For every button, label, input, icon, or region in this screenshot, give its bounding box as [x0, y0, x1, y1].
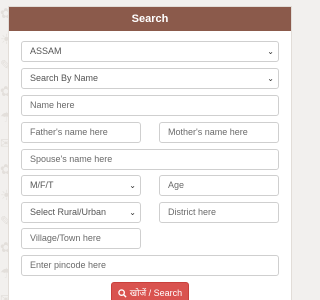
- village-input-placeholder: Village/Town here: [30, 233, 101, 243]
- age-input-placeholder: Age: [168, 180, 185, 190]
- mother-name-input[interactable]: Mother's name here: [159, 122, 279, 143]
- father-name-placeholder: Father's name here: [30, 127, 108, 137]
- rural-urban-select[interactable]: Select Rural/Urban ⌄: [21, 202, 141, 223]
- search-panel: Search ASSAM ⌄ Search By Name ⌄ Name her…: [8, 6, 292, 300]
- age-input[interactable]: Age: [159, 175, 279, 196]
- chevron-down-icon: ⌄: [129, 181, 136, 190]
- gender-select-value: M/F/T: [30, 180, 54, 190]
- search-icon: [118, 289, 127, 298]
- search-button[interactable]: खोजें / Search: [111, 282, 189, 300]
- state-select-value: ASSAM: [30, 46, 62, 56]
- state-select[interactable]: ASSAM ⌄: [21, 41, 279, 62]
- district-input-placeholder: District here: [168, 207, 217, 217]
- search-by-select[interactable]: Search By Name ⌄: [21, 68, 279, 89]
- gender-select[interactable]: M/F/T ⌄: [21, 175, 141, 196]
- father-name-input[interactable]: Father's name here: [21, 122, 141, 143]
- chevron-down-icon: ⌄: [267, 47, 274, 56]
- search-by-select-value: Search By Name: [30, 73, 99, 83]
- pincode-input-placeholder: Enter pincode here: [30, 260, 107, 270]
- chevron-down-icon: ⌄: [129, 208, 136, 217]
- name-input-placeholder: Name here: [30, 100, 75, 110]
- spouse-name-input[interactable]: Spouse's name here: [21, 149, 279, 170]
- rural-urban-select-value: Select Rural/Urban: [30, 207, 107, 217]
- panel-title: Search: [9, 7, 291, 31]
- name-input[interactable]: Name here: [21, 95, 279, 116]
- spouse-name-placeholder: Spouse's name here: [30, 154, 113, 164]
- village-input[interactable]: Village/Town here: [21, 228, 141, 249]
- chevron-down-icon: ⌄: [267, 74, 274, 83]
- mother-name-placeholder: Mother's name here: [168, 127, 248, 137]
- district-input[interactable]: District here: [159, 202, 279, 223]
- pincode-input[interactable]: Enter pincode here: [21, 255, 279, 276]
- search-button-label: खोजें / Search: [129, 288, 183, 298]
